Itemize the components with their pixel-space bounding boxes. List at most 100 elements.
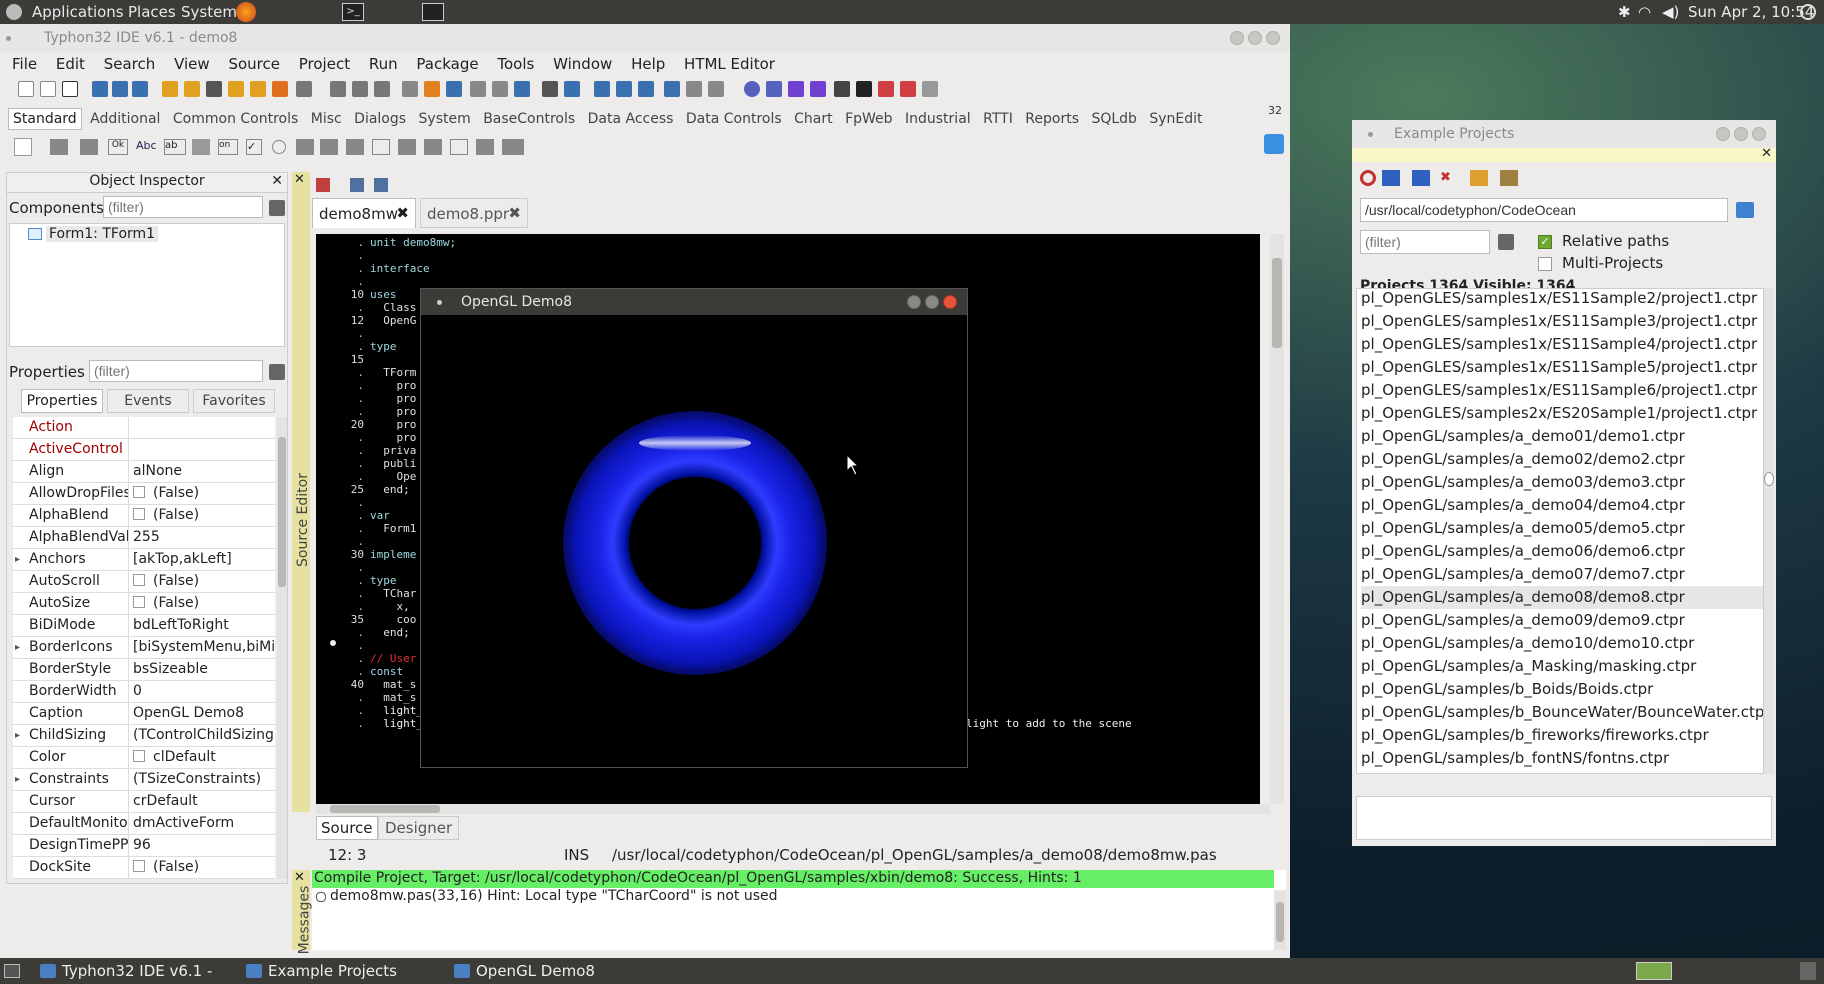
project-list-item[interactable]: pl_OpenGLES/samples1x/ES11Sample2/projec… — [1361, 289, 1763, 310]
menu-run[interactable]: Run — [369, 55, 398, 73]
expand-icon[interactable]: ▸ — [15, 769, 20, 790]
listbox-icon[interactable] — [296, 139, 314, 155]
project-list-item[interactable]: pl_OpenGLES/samples2x/ES20Sample1/projec… — [1361, 402, 1763, 425]
color-swatch[interactable] — [133, 750, 145, 762]
trash-icon[interactable] — [1800, 962, 1816, 980]
maximize-icon[interactable] — [1734, 127, 1748, 141]
maximize-icon[interactable] — [1248, 31, 1262, 45]
menu-system[interactable]: System — [181, 3, 237, 21]
relative-paths-checkbox[interactable]: ✓ — [1538, 235, 1552, 249]
property-value[interactable]: (TSizeConstraints) — [133, 769, 275, 790]
code-line[interactable]: pro — [370, 379, 416, 392]
property-checkbox[interactable] — [133, 486, 145, 498]
toolbar-icon-28[interactable] — [664, 81, 680, 97]
properties-filter-input[interactable] — [89, 360, 263, 382]
project-build-icon[interactable] — [272, 81, 288, 97]
project-list-item[interactable]: pl_OpenGL/samples/b_Boids/Boids.ctpr — [1361, 678, 1763, 701]
project-list-item[interactable]: pl_OpenGL/samples/a_demo10/demo10.ctpr — [1361, 632, 1763, 655]
task-opengl-demo[interactable]: OpenGL Demo8 — [448, 960, 652, 982]
filter-icon[interactable] — [1498, 234, 1514, 250]
code-line[interactable]: var — [370, 509, 390, 522]
property-value[interactable]: (False) — [133, 857, 275, 878]
code-line[interactable]: unit demo8mw; — [370, 236, 456, 249]
project-options-icon[interactable] — [250, 81, 266, 97]
reopen-icon[interactable] — [112, 81, 128, 97]
code-line[interactable]: const — [370, 665, 403, 678]
save-all-icon[interactable] — [352, 81, 368, 97]
code-line[interactable]: x, — [370, 600, 409, 613]
project-list-item[interactable]: pl_OpenGL/samples/a_demo02/demo2.ctpr — [1361, 448, 1763, 471]
projects-filter-input[interactable] — [1360, 230, 1490, 254]
run-without-debug-icon[interactable] — [810, 81, 826, 97]
workspace-switcher-icon[interactable] — [1636, 962, 1672, 980]
code-line[interactable]: Form1 — [370, 522, 416, 535]
property-scrollbar[interactable] — [277, 417, 287, 879]
maximize-icon[interactable] — [925, 295, 939, 309]
tab-fpweb[interactable]: FpWeb — [841, 109, 896, 129]
tab-favorites[interactable]: Favorites — [193, 389, 275, 413]
code-line[interactable]: TForm — [370, 366, 416, 379]
tab-data-controls[interactable]: Data Controls — [682, 109, 786, 129]
tab-synedit[interactable]: SynEdit — [1145, 109, 1206, 129]
property-row[interactable]: AllowDropFiles (False) — [13, 483, 275, 505]
radiogroup-icon[interactable] — [398, 139, 416, 155]
icon-size-label[interactable]: 32 — [1268, 104, 1282, 117]
togglebox-icon[interactable]: on — [218, 139, 238, 155]
property-value[interactable]: (False) — [133, 593, 275, 614]
messages-scrollbar[interactable] — [1274, 890, 1286, 950]
close-icon[interactable]: ✕ — [1761, 146, 1772, 161]
panel-icon[interactable] — [450, 139, 468, 155]
code-line[interactable]: impleme — [370, 548, 416, 561]
expand-icon[interactable]: ▸ — [15, 637, 20, 658]
clock[interactable]: Sun Apr 2, 10:54 — [1688, 3, 1814, 21]
menu-tools[interactable]: Tools — [497, 55, 534, 73]
desktop-icon[interactable] — [492, 81, 508, 97]
editor-hscrollbar[interactable] — [316, 804, 1270, 814]
property-row[interactable]: AlphaBlendValue255 — [13, 527, 275, 549]
window-menu-icon[interactable] — [1368, 132, 1373, 137]
filter-icon[interactable] — [269, 200, 285, 216]
step-out-icon[interactable] — [922, 81, 938, 97]
message-hint[interactable]: demo8mw.pas(33,16) Hint: Local type "TCh… — [330, 888, 778, 904]
show-desktop-icon[interactable] — [4, 964, 20, 978]
property-row[interactable]: DefaultMonitor dmActiveForm — [13, 813, 275, 835]
close-icon[interactable]: ✕ — [294, 870, 305, 885]
close-icon[interactable]: ✕ — [294, 172, 305, 187]
property-value[interactable]: 96 — [133, 835, 275, 856]
menu-places[interactable]: Places — [128, 3, 176, 21]
code-line[interactable]: publi — [370, 457, 416, 470]
property-checkbox[interactable] — [133, 508, 145, 520]
window-menu-icon[interactable] — [437, 300, 442, 305]
combobox-icon[interactable] — [320, 139, 338, 155]
code-line[interactable]: pro — [370, 418, 416, 431]
groupbox-icon[interactable] — [372, 139, 390, 155]
clean-icon[interactable] — [296, 81, 312, 97]
volume-icon[interactable]: ◀) — [1662, 3, 1679, 21]
ide-titlebar[interactable]: Typhon32 IDE v6.1 - demo8 — [0, 24, 1290, 52]
back-icon[interactable] — [350, 178, 364, 192]
step-into-icon[interactable] — [878, 81, 894, 97]
code-line[interactable]: priva — [370, 444, 416, 457]
property-value[interactable]: 0 — [133, 681, 275, 702]
code-line[interactable]: pro — [370, 392, 416, 405]
tab-chart[interactable]: Chart — [790, 109, 836, 129]
package-install-icon[interactable] — [616, 81, 632, 97]
code-line[interactable]: end; — [370, 626, 410, 639]
open-icon[interactable] — [92, 81, 108, 97]
property-row[interactable]: Align alNone — [13, 461, 275, 483]
task-example-projects[interactable]: Example Projects — [240, 960, 444, 982]
window-menu-icon[interactable] — [6, 36, 11, 41]
settings-icon[interactable] — [1500, 170, 1518, 186]
tab-additional[interactable]: Additional — [86, 109, 164, 129]
toolbar-icon-32[interactable] — [766, 81, 782, 97]
menu-source[interactable]: Source — [228, 55, 280, 73]
property-value[interactable]: [akTop,akLeft] — [133, 549, 275, 570]
property-value[interactable]: bdLeftToRight — [133, 615, 275, 636]
property-value[interactable]: bsSizeable — [133, 659, 275, 680]
tab-demo8-ppr[interactable]: demo8.ppr ✖ — [420, 198, 528, 228]
property-row[interactable]: Color clDefault — [13, 747, 275, 769]
bluetooth-icon[interactable]: ✱ — [1618, 3, 1631, 21]
property-value[interactable]: (False) — [133, 483, 275, 504]
tab-demo8mw[interactable]: demo8mw ✖ — [312, 198, 416, 228]
find-icon[interactable] — [132, 81, 148, 97]
